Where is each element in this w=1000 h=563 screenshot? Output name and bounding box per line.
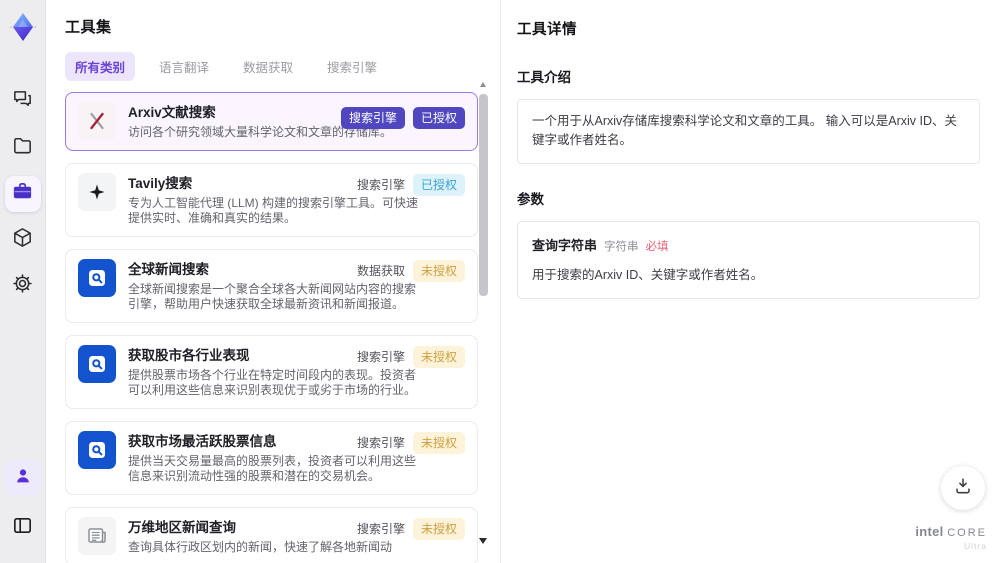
tool-description: 查询具体行政区划内的新闻，快速了解各地新闻动 xyxy=(128,539,393,554)
param-name: 查询字符串 xyxy=(532,237,598,253)
auth-status-badge: 已授权 xyxy=(412,173,465,196)
page-title: 工具集 xyxy=(65,19,112,36)
tool-card-global-news[interactable]: 全球新闻搜索 全球新闻搜索是一个聚合全球各大新闻网站内容的搜索引擎，帮助用户快速… xyxy=(65,248,478,323)
sidebar-bottom xyxy=(4,455,41,551)
brand-sub: Ultra xyxy=(964,540,987,551)
intro-heading: 工具介绍 xyxy=(517,70,571,85)
sidebar-item-panel-toggle[interactable] xyxy=(5,510,41,546)
param-type: 字符串 xyxy=(604,240,639,253)
category-badge: 搜索引擎 xyxy=(340,107,405,129)
tab-all-categories[interactable]: 所有类别 xyxy=(65,52,136,81)
category-tabs: 所有类别 语言翻译 数据获取 搜索引擎 xyxy=(65,52,500,81)
tool-card-most-active-stocks[interactable]: 获取市场最活跃股票信息 提供当天交易量最高的股票列表，投资者可以利用这些信息来识… xyxy=(65,420,478,495)
category-label: 搜索引擎 xyxy=(356,522,405,536)
tab-data-acquisition[interactable]: 数据获取 xyxy=(233,52,303,81)
tool-card-sector-performance[interactable]: 获取股市各行业表现 提供股票市场各个行业在特定时间段内的表现。投资者可以利用这些… xyxy=(65,334,478,409)
news-search-icon xyxy=(78,258,116,297)
list-scrollbar[interactable] xyxy=(479,82,488,544)
brand-product: CORE xyxy=(947,526,987,539)
tool-detail-panel: 工具详情 工具介绍 一个用于从Arxiv存储库搜索科学论文和文章的工具。 输入可… xyxy=(500,0,1000,563)
auth-status-badge: 未授权 xyxy=(412,259,465,282)
category-label: 搜索引擎 xyxy=(356,178,405,192)
app-logo-icon xyxy=(5,9,41,45)
scrollbar-thumb[interactable] xyxy=(479,94,488,296)
tool-card-tavily[interactable]: Tavily搜索 专为人工智能代理 (LLM) 构建的搜索引擎工具。可快速提供实… xyxy=(65,162,478,237)
tool-card-regional-news[interactable]: 万维地区新闻查询 查询具体行政区划内的新闻，快速了解各地新闻动 搜索引擎 未授权 xyxy=(65,506,478,563)
toolbox-icon xyxy=(11,180,34,208)
folder-icon xyxy=(11,134,34,162)
category-label: 搜索引擎 xyxy=(356,350,405,364)
tab-language-translation[interactable]: 语言翻译 xyxy=(149,52,219,81)
params-heading: 参数 xyxy=(517,191,544,207)
sidebar-item-chat[interactable] xyxy=(5,84,41,120)
arxiv-x-icon xyxy=(78,102,116,140)
sidebar-item-profile[interactable] xyxy=(4,460,41,496)
auth-status-badge: 未授权 xyxy=(412,431,465,454)
auth-status-badge: 已授权 xyxy=(412,107,465,129)
category-label: 搜索引擎 xyxy=(356,436,405,450)
stock-search-icon xyxy=(78,344,116,383)
sidebar-item-files[interactable] xyxy=(5,130,41,166)
tool-cards: Arxiv文献搜索 访问各个研究领域大量科学论文和文章的存储库。 搜索引擎 已授… xyxy=(65,92,478,563)
auth-status-badge: 未授权 xyxy=(412,517,465,540)
download-button[interactable] xyxy=(941,466,985,510)
scroll-down-icon[interactable] xyxy=(479,538,487,544)
newspaper-icon xyxy=(78,516,116,555)
sidebar-item-settings[interactable] xyxy=(5,268,41,304)
tab-search-engine[interactable]: 搜索引擎 xyxy=(317,52,387,81)
tool-intro-box: 一个用于从Arxiv存储库搜索科学论文和文章的工具。 输入可以是Arxiv ID… xyxy=(517,99,980,164)
tool-card-arxiv[interactable]: Arxiv文献搜索 访问各个研究领域大量科学论文和文章的存储库。 搜索引擎 已授… xyxy=(65,92,478,151)
brand-name: intel xyxy=(915,523,944,539)
param-required-flag: 必填 xyxy=(645,240,669,253)
cube-icon xyxy=(11,226,34,254)
category-label: 数据获取 xyxy=(356,264,405,278)
stock-search-icon xyxy=(78,430,116,469)
sidebar-item-plugins[interactable] xyxy=(5,222,41,258)
tool-description: 提供当天交易量最高的股票列表，投资者可以利用这些信息来识别流动性强的股票和潜在的… xyxy=(128,453,417,484)
tavily-star-icon xyxy=(78,172,116,211)
intel-core-logo: intel CORE Ultra xyxy=(915,525,987,551)
tool-description: 提供股票市场各个行业在特定时间段内的表现。投资者可以利用这些信息来识别表现优于或… xyxy=(128,367,417,398)
user-icon xyxy=(12,465,34,492)
panel-toggle-icon xyxy=(11,514,34,542)
tool-description: 全球新闻搜索是一个聚合全球各大新闻网站内容的搜索引擎，帮助用户快速获取全球最新资… xyxy=(128,281,417,312)
download-icon xyxy=(952,475,974,502)
tool-description: 专为人工智能代理 (LLM) 构建的搜索引擎工具。可快速提供实时、准确和真实的结… xyxy=(128,195,419,226)
chat-icon xyxy=(11,88,34,116)
sidebar xyxy=(0,0,46,563)
scroll-up-icon[interactable] xyxy=(480,82,486,87)
param-description: 用于搜索的Arxiv ID、关键字或作者姓名。 xyxy=(532,267,764,282)
sidebar-item-tools[interactable] xyxy=(4,176,41,212)
app-window: 工具集 所有类别 语言翻译 数据获取 搜索引擎 Arxiv文献搜索 访问各个研究… xyxy=(0,0,1000,563)
gear-icon xyxy=(11,272,34,300)
detail-title: 工具详情 xyxy=(517,22,577,38)
parameter-item: 查询字符串 字符串 必填 用于搜索的Arxiv ID、关键字或作者姓名。 xyxy=(517,220,980,299)
tool-list-panel: 工具集 所有类别 语言翻译 数据获取 搜索引擎 Arxiv文献搜索 访问各个研究… xyxy=(46,0,500,563)
auth-status-badge: 未授权 xyxy=(412,345,465,368)
